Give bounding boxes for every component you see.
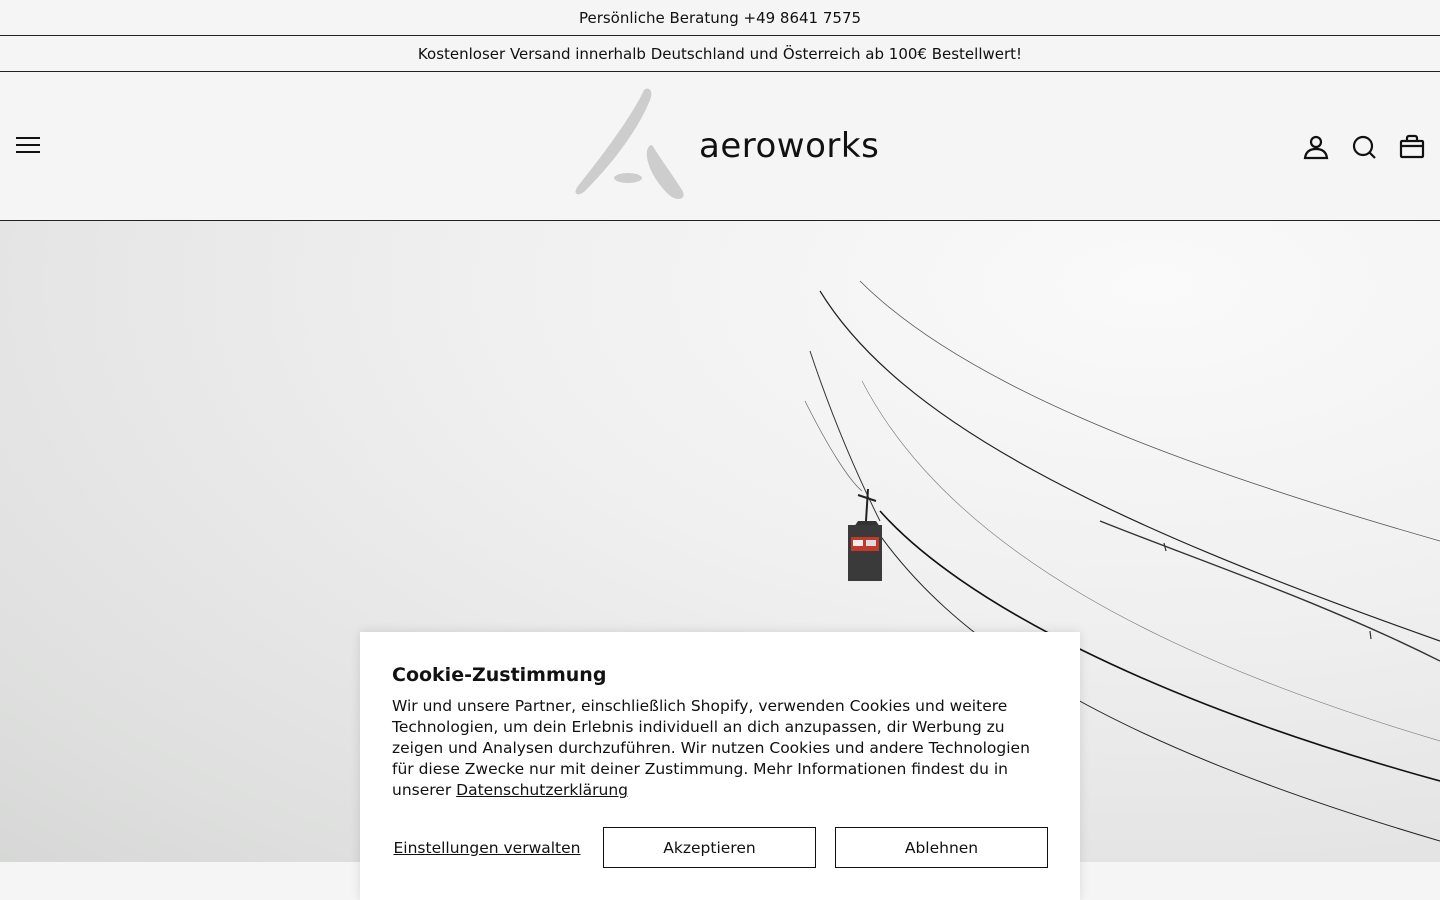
brand-name: aeroworks bbox=[699, 126, 880, 166]
cookie-actions: Einstellungen verwalten Akzeptieren Able… bbox=[392, 827, 1048, 869]
privacy-link[interactable]: Datenschutzerklärung bbox=[456, 781, 628, 799]
cart-icon[interactable] bbox=[1397, 132, 1427, 162]
consultation-text[interactable]: Persönliche Beratung +49 8641 7575 bbox=[579, 9, 861, 27]
site-header: aeroworks bbox=[0, 72, 1440, 221]
brand-logo[interactable]: aeroworks bbox=[572, 86, 879, 204]
shipping-text: Kostenloser Versand innerhalb Deutschlan… bbox=[417, 44, 1023, 63]
accept-button[interactable]: Akzeptieren bbox=[603, 827, 816, 868]
manage-settings-button[interactable]: Einstellungen verwalten bbox=[392, 827, 582, 869]
cookie-body: Wir und unsere Partner, einschließlich S… bbox=[392, 697, 1030, 799]
logo-mark-icon bbox=[575, 88, 684, 199]
cookie-title: Cookie-Zustimmung bbox=[392, 664, 607, 686]
menu-icon[interactable] bbox=[14, 134, 42, 158]
consultation-bar: Persönliche Beratung +49 8641 7575 bbox=[0, 0, 1440, 36]
account-icon[interactable] bbox=[1301, 132, 1331, 162]
decline-button[interactable]: Ablehnen bbox=[835, 827, 1048, 868]
cookie-banner: Cookie-Zustimmung Wir und unsere Partner… bbox=[360, 632, 1080, 900]
shipping-bar: Kostenloser Versand innerhalb Deutschlan… bbox=[0, 36, 1440, 72]
search-icon[interactable] bbox=[1349, 132, 1379, 162]
